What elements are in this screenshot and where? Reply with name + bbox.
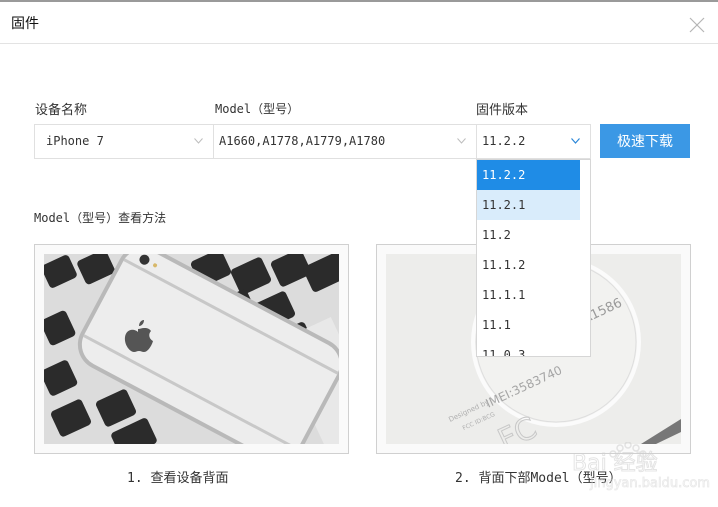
close-icon	[689, 17, 705, 33]
dropdown-option[interactable]: 11.1.2	[477, 250, 581, 280]
chevron-down-icon	[194, 138, 203, 144]
chevron-down-icon	[571, 138, 580, 144]
dropdown-option[interactable]: 11.1	[477, 310, 581, 340]
firmware-version-value: 11.2.2	[482, 134, 526, 148]
firmware-version-label: 固件版本	[476, 103, 529, 118]
fast-download-button[interactable]: 极速下载	[600, 124, 690, 158]
dropdown-option[interactable]: 11.2.1	[477, 190, 581, 220]
dropdown-option[interactable]: 11.2	[477, 220, 581, 250]
firmware-version-dropdown[interactable]: 11.2.2 11.2.1 11.2 11.1.2 11.1.1 11.1 11…	[476, 159, 591, 357]
dropdown-option[interactable]: 11.2.2	[477, 160, 581, 190]
help-card-device-back	[34, 244, 349, 454]
firmware-version-select[interactable]: 11.2.2	[476, 124, 591, 159]
dropdown-scrollbar[interactable]	[580, 160, 590, 356]
model-help-heading: Model（型号）查看方法	[34, 211, 167, 225]
model-label: Model（型号）	[215, 102, 300, 116]
step-caption-1: 1. 查看设备背面	[127, 471, 229, 486]
dialog-header: 固件	[0, 2, 718, 44]
close-button[interactable]	[688, 16, 706, 34]
step-caption-2: 2. 背面下部Model（型号）	[455, 471, 622, 486]
iphone-back-image	[44, 254, 339, 444]
device-name-label: 设备名称	[35, 103, 88, 118]
dialog-title: 固件	[11, 16, 39, 32]
device-name-select[interactable]: iPhone 7	[34, 124, 214, 159]
dropdown-option[interactable]: 11.1.1	[477, 280, 581, 310]
dropdown-option[interactable]: 11.0.3	[477, 340, 581, 356]
chevron-down-icon	[457, 138, 466, 144]
model-value: A1660,A1778,A1779,A1780	[219, 134, 386, 148]
device-name-value: iPhone 7	[46, 134, 104, 148]
model-select[interactable]: A1660,A1778,A1779,A1780	[213, 124, 477, 159]
